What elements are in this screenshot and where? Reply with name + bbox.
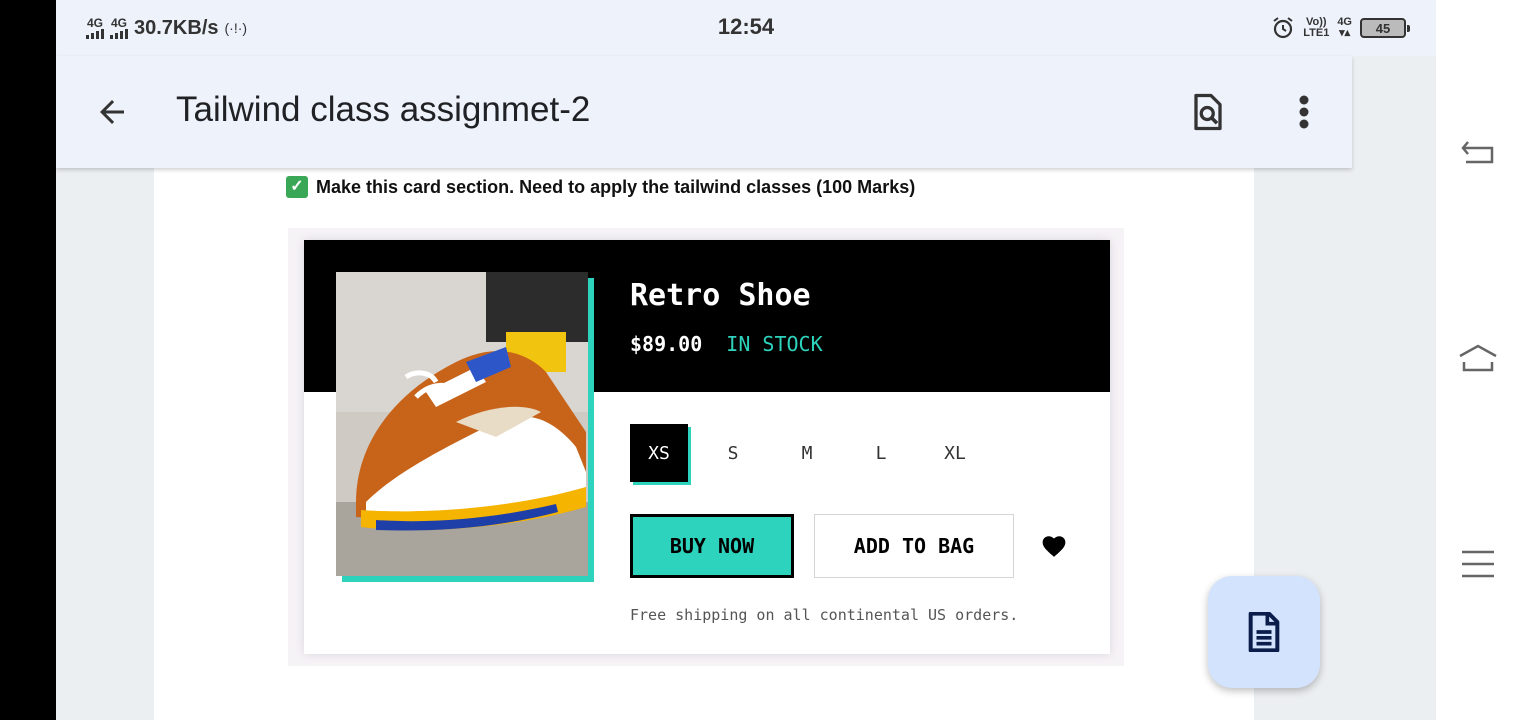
status-right: Vo)) LTE1 4G ▾▴ 45 xyxy=(1271,14,1410,42)
product-image xyxy=(336,272,588,576)
find-in-page-button[interactable] xyxy=(1184,86,1232,138)
heart-icon xyxy=(1042,536,1066,557)
left-black-strip xyxy=(0,0,56,720)
favorite-button[interactable] xyxy=(1038,530,1070,562)
shoe-image xyxy=(336,272,588,576)
instruction-text: Make this card section. Need to apply th… xyxy=(316,176,916,197)
more-options-button[interactable] xyxy=(1280,86,1328,138)
back-button[interactable] xyxy=(84,86,140,138)
back-icon xyxy=(1461,141,1494,164)
arrow-left-icon xyxy=(100,100,124,124)
shipping-note: Free shipping on all continental US orde… xyxy=(630,606,1019,624)
size-option-m[interactable]: M xyxy=(778,424,836,482)
document-icon xyxy=(1248,612,1280,652)
size-option-xs[interactable]: XS xyxy=(630,424,688,482)
document-fab-button[interactable] xyxy=(1208,576,1320,688)
battery-level: 45 xyxy=(1375,20,1391,36)
nav-menu-button[interactable] xyxy=(1454,540,1502,588)
product-card: Retro Shoe $89.00 IN STOCK XS S M L XL B… xyxy=(304,240,1110,654)
card-screenshot: Retro Shoe $89.00 IN STOCK XS S M L XL B… xyxy=(288,228,1124,666)
product-title: Retro Shoe xyxy=(630,278,811,313)
price-row: $89.00 IN STOCK xyxy=(630,332,823,356)
document-page: ✓ Make this card section. Need to apply … xyxy=(154,168,1254,720)
menu-icon xyxy=(1462,550,1494,578)
nav-home-button[interactable] xyxy=(1454,334,1502,382)
alarm-icon xyxy=(1273,17,1293,39)
network-4g-indicator: 4G ▾▴ xyxy=(1337,16,1352,39)
status-time: 12:54 xyxy=(717,14,775,39)
size-option-l[interactable]: L xyxy=(852,424,910,482)
product-price: $89.00 xyxy=(630,332,703,356)
stock-status: IN STOCK xyxy=(726,332,823,356)
find-in-page-icon xyxy=(1194,93,1222,131)
app-screen: 4G 4G 30.7KB/s (·!·) 12:54 Vo)) LTE1 4G xyxy=(56,0,1436,720)
check-mark-icon: ✓ xyxy=(286,176,308,198)
instruction-line: ✓ Make this card section. Need to apply … xyxy=(286,176,915,198)
volte-indicator: Vo)) LTE1 xyxy=(1303,16,1330,39)
page-title: Tailwind class assignmet-2 xyxy=(176,90,591,129)
add-to-bag-button[interactable]: ADD TO BAG xyxy=(814,514,1014,578)
status-bar: 4G 4G 30.7KB/s (·!·) 12:54 Vo)) LTE1 4G xyxy=(56,0,1436,56)
size-option-xl[interactable]: XL xyxy=(926,424,984,482)
nav-back-button[interactable] xyxy=(1454,132,1502,180)
app-bar: Tailwind class assignmet-2 xyxy=(56,56,1352,168)
home-icon xyxy=(1459,344,1497,372)
system-nav-bar xyxy=(1436,0,1520,720)
battery-icon: 45 xyxy=(1360,18,1410,38)
more-vert-icon xyxy=(1299,95,1309,129)
size-option-s[interactable]: S xyxy=(704,424,762,482)
size-options: XS S M L XL xyxy=(630,424,984,482)
buy-now-button[interactable]: BUY NOW xyxy=(630,514,794,578)
